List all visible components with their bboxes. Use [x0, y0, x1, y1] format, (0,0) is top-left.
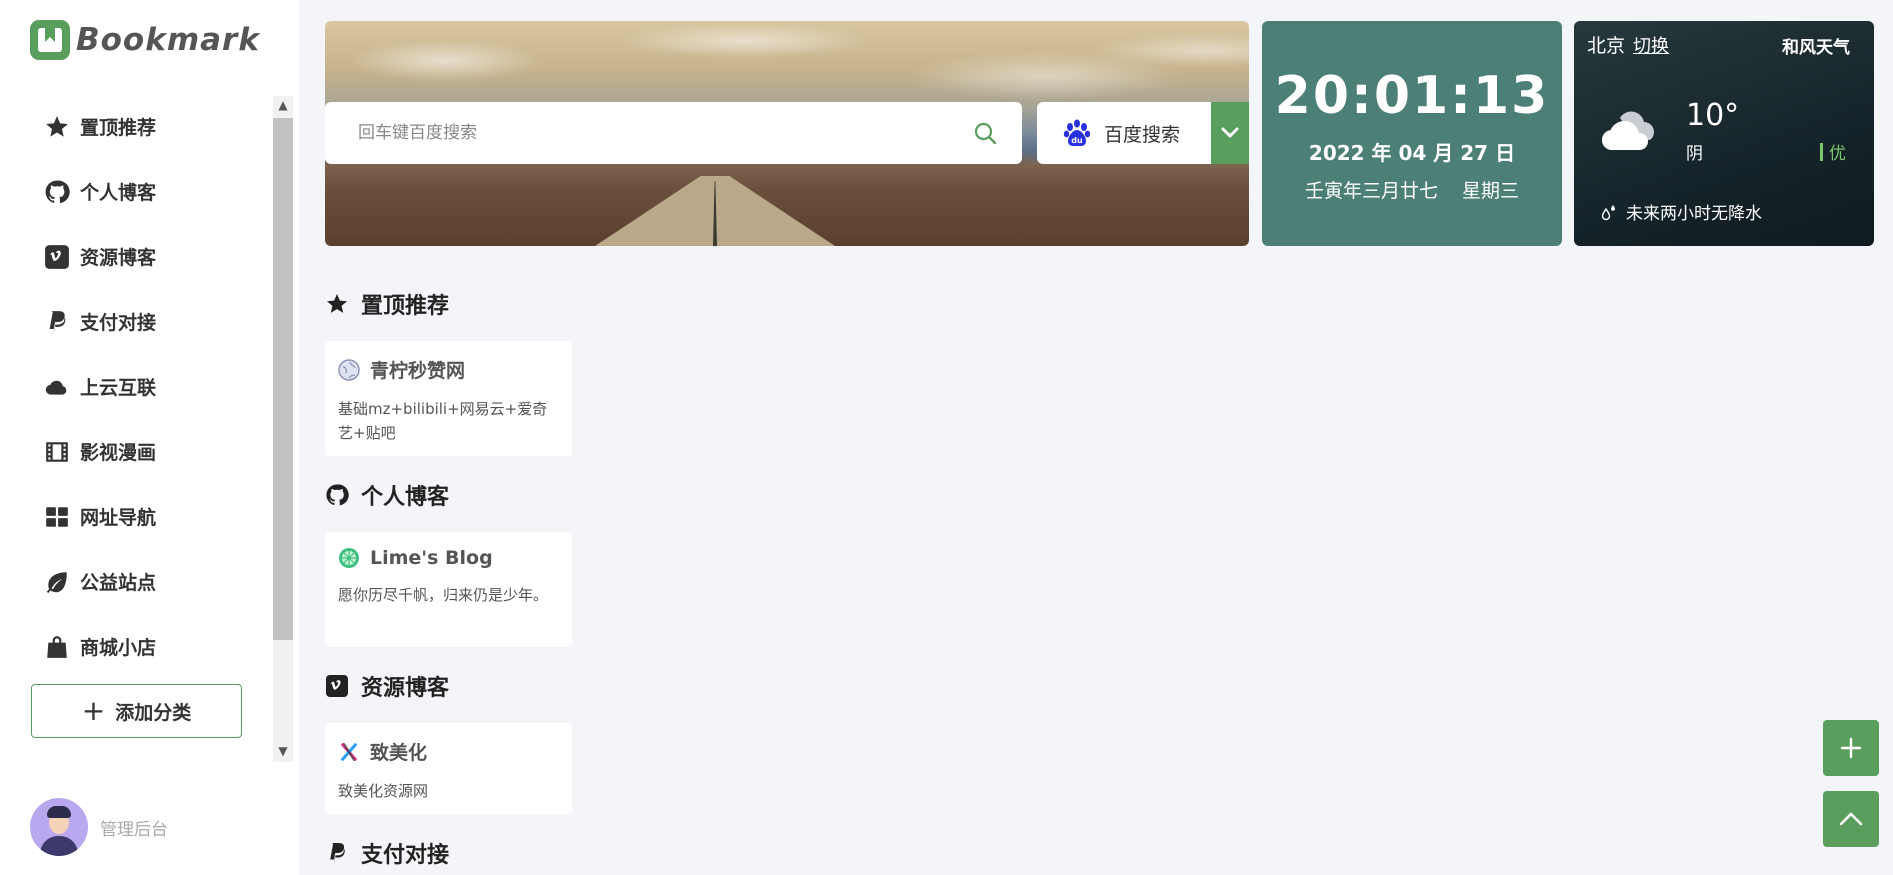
vimeo-icon — [42, 244, 72, 270]
sidebar-item-label: 支付对接 — [80, 312, 157, 334]
paypal-icon — [330, 843, 345, 863]
scroll-down-icon[interactable]: ▼ — [276, 744, 290, 758]
bookmark-name: Lime's Blog — [370, 547, 493, 569]
sidebar-item-top-recommended[interactable]: 置顶推荐 — [42, 94, 262, 159]
bookmark-logo-icon — [30, 20, 70, 60]
raindrop-icon — [1601, 204, 1615, 220]
sidebar-item-shop[interactable]: 商城小店 — [42, 614, 262, 679]
precipitation-text: 未来两小时无降水 — [1626, 204, 1762, 224]
cloud-icon — [42, 374, 72, 400]
sidebar-item-cloud[interactable]: 上云互联 — [42, 354, 262, 419]
add-bookmark-button[interactable] — [1823, 720, 1879, 776]
back-to-top-button[interactable] — [1823, 791, 1879, 847]
admin-label: 管理后台 — [100, 819, 168, 840]
bookmark-card[interactable]: 致美化 致美化资源网 — [325, 723, 572, 814]
sidebar-item-navigation[interactable]: 网址导航 — [42, 484, 262, 549]
sidebar-item-movies[interactable]: 影视漫画 — [42, 419, 262, 484]
clock-lunar-row: 壬寅年三月廿七 星期三 — [1262, 176, 1562, 203]
star-icon — [327, 294, 347, 313]
plus-icon: + — [81, 694, 106, 727]
weather-city-row: 北京 切换 — [1587, 31, 1669, 58]
add-category-button[interactable]: + 添加分类 — [31, 684, 242, 738]
svg-text:du: du — [1071, 136, 1083, 145]
sidebar-item-charity[interactable]: 公益站点 — [42, 549, 262, 614]
sidebar-scrollbar-thumb[interactable] — [273, 118, 293, 640]
sidebar-item-resource-blog[interactable]: 资源博客 — [42, 224, 262, 289]
star-icon — [42, 114, 72, 140]
bookmark-name: 青柠秒赞网 — [370, 360, 466, 382]
search-engine-dropdown-button[interactable] — [1211, 102, 1249, 164]
grid-icon — [42, 504, 72, 530]
search-engine-selector[interactable]: du 百度搜索 — [1037, 102, 1213, 164]
sidebar-item-personal-blog[interactable]: 个人博客 — [42, 159, 262, 224]
avatar — [30, 798, 88, 856]
sidebar-item-label: 商城小店 — [80, 637, 157, 659]
sidebar-item-label: 公益站点 — [80, 572, 157, 594]
precipitation-row: 未来两小时无降水 — [1600, 199, 1762, 224]
github-icon — [42, 179, 72, 205]
logo-text: Bookmark — [76, 22, 260, 58]
github-icon — [326, 484, 349, 506]
vimeo-icon — [326, 675, 348, 697]
section-title-payment: 支付对接 — [325, 837, 449, 869]
section-title-label: 置顶推荐 — [361, 294, 450, 319]
plus-icon — [1840, 737, 1862, 759]
bookmark-description: 致美化资源网 — [338, 782, 429, 800]
search-icon[interactable] — [973, 121, 997, 145]
weather-widget: 北京 切换 和风天气 10° 阴 优 未来两小时无降水 — [1574, 21, 1874, 246]
bookmark-name: 致美化 — [370, 742, 428, 764]
section-title-top-recommended: 置顶推荐 — [325, 288, 449, 320]
search-input[interactable] — [358, 123, 948, 143]
weather-condition: 阴 — [1686, 144, 1703, 164]
sidebar-item-label: 影视漫画 — [80, 442, 157, 464]
bookmark-description: 愿你历尽千帆，归来仍是少年。 — [338, 586, 549, 604]
film-icon — [42, 439, 72, 465]
chevron-down-icon — [1221, 127, 1239, 138]
bookmark-card[interactable]: Lime's Blog 愿你历尽千帆，归来仍是少年。 — [325, 532, 572, 647]
bookmark-description: 基础mz+bilibili+网易云+爱奇艺+贴吧 — [338, 400, 548, 442]
shopping-bag-icon — [42, 634, 72, 660]
leaf-icon — [42, 569, 72, 595]
chevron-up-icon — [1839, 812, 1863, 826]
sidebar-item-label: 网址导航 — [80, 507, 157, 529]
section-title-label: 个人博客 — [361, 485, 450, 510]
lime-favicon-icon — [339, 548, 359, 568]
clock-date: 2022 年 04 月 27 日 — [1308, 141, 1516, 165]
zhimeihua-favicon-icon — [340, 742, 358, 761]
clock-widget: 20:01:13 2022 年 04 月 27 日 壬寅年三月廿七 星期三 — [1262, 21, 1562, 246]
cloudy-weather-icon — [1601, 111, 1654, 151]
sidebar-item-label: 个人博客 — [80, 182, 157, 204]
section-title-label: 支付对接 — [361, 843, 450, 868]
weather-city: 北京 — [1587, 35, 1626, 57]
weather-temperature: 10° — [1686, 98, 1740, 133]
air-quality-value: 优 — [1829, 144, 1846, 164]
lunar-date: 壬寅年三月廿七 — [1304, 180, 1438, 202]
logo[interactable]: Bookmark — [30, 20, 260, 60]
search-engine-label: 百度搜索 — [1104, 123, 1181, 146]
sidebar-item-label: 上云互联 — [80, 377, 157, 399]
sidebar-item-label: 置顶推荐 — [80, 117, 157, 139]
bookmark-card[interactable]: 青柠秒赞网 基础mz+bilibili+网易云+爱奇艺+贴吧 — [325, 341, 572, 456]
sidebar-item-label: 资源博客 — [80, 247, 157, 269]
section-title-label: 资源博客 — [361, 676, 450, 701]
globe-favicon-icon — [338, 358, 360, 381]
sidebar-item-payment[interactable]: 支付对接 — [42, 289, 262, 354]
admin-link[interactable]: 管理后台 — [30, 798, 168, 856]
sidebar-menu: 置顶推荐 个人博客 资源博客 支付对接 上云互联 影视漫画 网址导航 公益站点 … — [42, 94, 262, 679]
weekday: 星期三 — [1462, 180, 1520, 202]
switch-city-link[interactable]: 切换 — [1633, 36, 1669, 57]
section-title-personal-blog: 个人博客 — [325, 479, 449, 511]
search-box — [325, 102, 1022, 164]
clock-time: 20:01:13 — [1274, 66, 1550, 126]
add-category-label: 添加分类 — [115, 701, 192, 724]
baidu-icon: du — [1063, 119, 1091, 146]
sidebar: Bookmark 置顶推荐 个人博客 资源博客 支付对接 上云互联 影视漫画 网… — [0, 0, 299, 875]
section-title-resource-blog: 资源博客 — [325, 670, 449, 702]
scroll-up-icon[interactable]: ▲ — [276, 98, 290, 112]
paypal-icon — [42, 309, 72, 335]
air-quality-badge: 优 — [1820, 139, 1846, 164]
weather-provider[interactable]: 和风天气 — [1782, 33, 1850, 58]
